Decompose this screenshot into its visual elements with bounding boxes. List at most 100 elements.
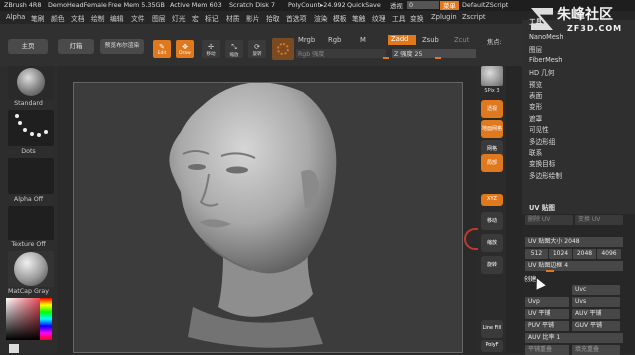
menu-item[interactable]: 渲染 [314, 13, 328, 23]
menu-item[interactable]: 绘制 [91, 13, 105, 23]
quicksave-button[interactable]: QuickSave [347, 1, 381, 9]
menu-item[interactable]: 标记 [205, 13, 219, 23]
menu-item[interactable]: 宏 [192, 13, 199, 23]
transparency-value[interactable]: 0 [407, 1, 439, 9]
toolbar-spacer [505, 24, 522, 66]
perspective-button[interactable]: 透视 [481, 100, 503, 118]
rotate-button[interactable]: ⟳ 旋转 [248, 40, 266, 58]
palette-item[interactable]: 遮罩 [529, 113, 542, 123]
logo-url: ZF3D.COM [567, 24, 623, 33]
floor-grid-button[interactable]: 地面网格 [481, 120, 503, 138]
uv-flat-button[interactable]: UV 平铺 [525, 309, 569, 319]
menu-item[interactable]: 首选项 [286, 13, 306, 23]
zadd-toggle[interactable]: Zadd [388, 35, 416, 45]
uv-size-2048[interactable]: 2048 [573, 249, 596, 259]
uv-map-title[interactable]: UV 贴图 [529, 202, 555, 212]
xyz-button[interactable]: XYZ [481, 194, 503, 206]
palette-item[interactable]: 变换目标 [529, 158, 555, 168]
menu-item[interactable]: 笔刷 [31, 13, 45, 23]
menu-item[interactable]: Zscript [462, 13, 486, 21]
palette-item[interactable]: 联系 [529, 147, 542, 157]
palette-item[interactable]: 图层 [529, 44, 542, 54]
alpha-label: Alpha Off [13, 196, 44, 203]
lightbox-button[interactable]: 灯箱 [58, 39, 94, 54]
palette-item[interactable]: 多边形组 [529, 136, 555, 146]
material-sphere-button[interactable] [272, 38, 294, 60]
menu-item[interactable]: Zplugin [431, 13, 457, 21]
rgb-intensity-slider[interactable]: Rgb 强度 [296, 49, 386, 58]
delete-uv-button[interactable]: 删除 UV [525, 215, 573, 225]
brush-thumbnail[interactable] [8, 66, 54, 100]
menu-item[interactable]: 材质 [226, 13, 240, 23]
local-button[interactable]: 局部 [481, 154, 503, 172]
alpha-thumbnail[interactable] [8, 158, 54, 194]
menu-item[interactable]: 纹理 [372, 13, 386, 23]
menu-item[interactable]: 编辑 [110, 13, 124, 23]
z-intensity-slider[interactable]: Z 强度 25 [392, 49, 476, 58]
texture-thumbnail[interactable] [8, 206, 54, 240]
scale-view-button[interactable]: 缩放 [481, 234, 503, 252]
draw-button[interactable]: ✥ Draw [176, 40, 194, 58]
uvc-button[interactable]: Uvc [572, 285, 620, 295]
material-label: MatCap Gray [7, 288, 50, 295]
uv-map-size-slider[interactable]: UV 贴图大小 2048 [525, 237, 623, 247]
puv-flat-button[interactable]: PUV 平铺 [525, 321, 569, 331]
uvp-button[interactable]: Uvp [525, 297, 569, 307]
scratch-disk: Scratch Disk 7 [229, 1, 276, 9]
flat-overlap-button[interactable]: 平铺重叠 [525, 345, 569, 355]
palette-item[interactable]: 表面 [529, 90, 542, 100]
palette-item[interactable]: FiberMesh [529, 56, 562, 64]
uv-size-512[interactable]: 512 [525, 249, 548, 259]
palette-item[interactable]: 变形 [529, 101, 542, 111]
menu-item[interactable]: 图层 [152, 13, 166, 23]
rotate-view-button[interactable]: 旋转 [481, 256, 503, 274]
line-fill-button[interactable]: Line Fill [481, 320, 503, 338]
palette-item[interactable]: 多边形绘制 [529, 170, 562, 180]
preview-render-button[interactable]: 预览布尔渲染 [100, 39, 144, 54]
fill-overlap-button[interactable]: 填充重叠 [572, 345, 620, 355]
rgb-toggle[interactable]: Rgb [328, 36, 341, 44]
menu-item[interactable]: 工具 [392, 13, 406, 23]
scroll-gutter[interactable] [506, 66, 522, 353]
swatch-main[interactable] [9, 344, 19, 353]
uv-size-4096[interactable]: 4096 [597, 249, 621, 259]
morph-uv-button[interactable]: 变换 UV [575, 215, 623, 225]
menu-item[interactable]: 变换 [410, 13, 424, 23]
palette-item[interactable]: 可见性 [529, 124, 549, 134]
mrgb-toggle[interactable]: Mrgb [298, 36, 315, 44]
auv-flat-button[interactable]: AUV 平铺 [572, 309, 620, 319]
menu-item[interactable]: 文件 [131, 13, 145, 23]
texture-label: Texture Off [11, 241, 46, 248]
uv-border-slider[interactable]: UV 贴图边框 4 [525, 261, 623, 271]
move-button[interactable]: ✢ 移动 [202, 40, 220, 58]
home-button[interactable]: 主页 [8, 39, 48, 54]
menu-item[interactable]: 影片 [246, 13, 260, 23]
m-toggle[interactable]: M [360, 36, 366, 44]
zsub-toggle[interactable]: Zsub [422, 36, 439, 44]
palette-item[interactable]: HD 几何 [529, 67, 554, 77]
polyf-button[interactable]: PolyF [481, 340, 503, 352]
active-mem: Active Mem 603 [170, 1, 222, 9]
uv-size-1024[interactable]: 1024 [549, 249, 572, 259]
default-zscript[interactable]: DefaultZScript [462, 1, 508, 9]
material-thumbnail[interactable] [8, 251, 54, 287]
menu-item[interactable]: Alpha [6, 13, 25, 21]
stroke-thumbnail[interactable] [8, 110, 54, 146]
zcut-toggle[interactable]: Zcut [454, 36, 469, 44]
menu-item[interactable]: 颜色 [51, 13, 65, 23]
hue-strip[interactable] [40, 298, 52, 340]
auv-ratio-slider[interactable]: AUV 比率 1 [525, 333, 623, 343]
move-view-button[interactable]: 移动 [481, 212, 503, 230]
canvas-frame [73, 82, 463, 353]
menu-button[interactable]: 菜单 [440, 1, 459, 10]
scale-button[interactable]: ⤡ 缩放 [225, 40, 243, 58]
palette-item[interactable]: 预览 [529, 79, 542, 89]
menu-item[interactable]: 文档 [71, 13, 85, 23]
menu-item[interactable]: 笔触 [352, 13, 366, 23]
menu-item[interactable]: 模板 [333, 13, 347, 23]
guv-flat-button[interactable]: GUV 平铺 [572, 321, 620, 331]
menu-item[interactable]: 拾取 [266, 13, 280, 23]
uvs-button[interactable]: Uvs [572, 297, 620, 307]
edit-button[interactable]: ✎ Edit [153, 40, 171, 58]
menu-item[interactable]: 灯光 [172, 13, 186, 23]
